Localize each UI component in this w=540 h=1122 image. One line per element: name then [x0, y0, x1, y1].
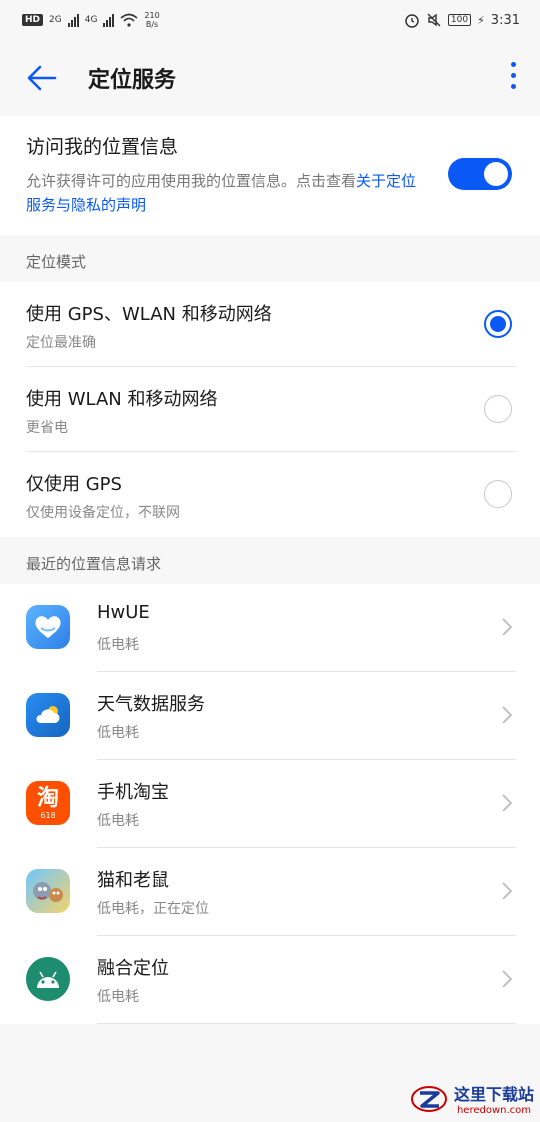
- tom-and-jerry-icon: [26, 869, 70, 913]
- signal-label-2g: 2G: [49, 15, 62, 25]
- clock: 3:31: [490, 12, 520, 28]
- chevron-right-icon: [502, 706, 512, 724]
- mode-option-gps-wlan-mobile[interactable]: 使用 GPS、WLAN 和移动网络 定位最准确: [0, 282, 540, 367]
- app-status: 低电耗: [97, 637, 139, 653]
- app-bar: 定位服务: [0, 40, 540, 116]
- app-status: 低电耗: [97, 989, 139, 1005]
- watermark-title: 这里下载站: [453, 1085, 534, 1104]
- hd-badge: HD: [22, 14, 44, 26]
- mode-option-subtitle: 更省电: [26, 420, 68, 436]
- app-status: 低电耗: [97, 725, 139, 741]
- app-name: 天气数据服务: [97, 694, 205, 715]
- app-name: 手机淘宝: [97, 782, 169, 803]
- watermark: 这里下载站 heredown.com: [410, 1081, 534, 1116]
- app-row-taobao[interactable]: 淘 618 手机淘宝 低电耗: [0, 760, 540, 848]
- app-row-hwue[interactable]: HwUE 低电耗: [0, 584, 540, 672]
- chevron-right-icon: [502, 794, 512, 812]
- mode-option-title: 使用 WLAN 和移动网络: [26, 389, 218, 410]
- back-button[interactable]: [26, 62, 58, 94]
- app-status: 低电耗，正在定位: [97, 901, 209, 917]
- android-icon: [26, 957, 70, 1001]
- app-row-fused-location[interactable]: 融合定位 低电耗: [0, 936, 540, 1024]
- page-title: 定位服务: [88, 68, 177, 93]
- watermark-url: heredown.com: [456, 1105, 532, 1116]
- location-access-row[interactable]: 访问我的位置信息 允许获得许可的应用使用我的位置信息。点击查看关于定位服务与隐私…: [0, 116, 540, 235]
- location-access-title: 访问我的位置信息: [26, 136, 179, 158]
- mode-option-gps-only[interactable]: 仅使用 GPS 仅使用设备定位，不联网: [0, 452, 540, 537]
- app-name: 猫和老鼠: [97, 870, 169, 891]
- mode-option-wlan-mobile[interactable]: 使用 WLAN 和移动网络 更省电: [0, 367, 540, 452]
- radio-button[interactable]: [484, 480, 512, 508]
- chevron-right-icon: [502, 618, 512, 636]
- mode-option-subtitle: 定位最准确: [26, 335, 96, 351]
- signal-label-4g: 4G: [84, 15, 98, 25]
- watermark-logo-icon: [410, 1085, 447, 1112]
- charging-icon: ⚡: [477, 13, 485, 27]
- battery-indicator: 100: [447, 14, 472, 26]
- app-name: HwUE: [97, 602, 150, 623]
- location-access-description: 允许获得许可的应用使用我的位置信息。点击查看关于定位服务与隐私的声明: [26, 172, 417, 214]
- alarm-icon: [405, 14, 419, 28]
- wifi-icon: [120, 13, 138, 27]
- chevron-right-icon: [502, 882, 512, 900]
- radio-button-selected[interactable]: [484, 310, 512, 338]
- back-arrow-icon: [27, 65, 57, 91]
- app-name: 融合定位: [97, 958, 169, 979]
- recent-requests-header: 最近的位置信息请求: [26, 555, 162, 573]
- taobao-icon: 淘 618: [26, 781, 70, 825]
- location-access-toggle[interactable]: [448, 158, 512, 190]
- app-row-tom-and-jerry[interactable]: 猫和老鼠 低电耗，正在定位: [0, 848, 540, 936]
- network-speed: 210 B/s: [144, 11, 160, 29]
- location-mode-list: 使用 GPS、WLAN 和移动网络 定位最准确 使用 WLAN 和移动网络 更省…: [0, 282, 540, 537]
- recent-requests-list: HwUE 低电耗 天气数据服务 低电耗 淘 618 手机淘宝 低电耗 猫和老鼠 …: [0, 584, 540, 1024]
- mute-icon: [427, 13, 441, 27]
- status-bar: HD 2G 4G 210 B/s 100 ⚡ 3:31: [0, 0, 540, 40]
- radio-button[interactable]: [484, 395, 512, 423]
- signal-bars-icon: [103, 13, 115, 27]
- more-options-icon[interactable]: [511, 62, 516, 89]
- location-mode-header: 定位模式: [26, 253, 87, 271]
- divider: [97, 1023, 516, 1024]
- chevron-right-icon: [502, 970, 512, 988]
- app-row-weather[interactable]: 天气数据服务 低电耗: [0, 672, 540, 760]
- app-status: 低电耗: [97, 813, 139, 829]
- mode-option-title: 使用 GPS、WLAN 和移动网络: [26, 304, 272, 325]
- hwue-icon: [26, 605, 70, 649]
- weather-icon: [26, 693, 70, 737]
- signal-bars-icon: [67, 13, 79, 27]
- mode-option-subtitle: 仅使用设备定位，不联网: [26, 505, 180, 521]
- mode-option-title: 仅使用 GPS: [26, 474, 122, 495]
